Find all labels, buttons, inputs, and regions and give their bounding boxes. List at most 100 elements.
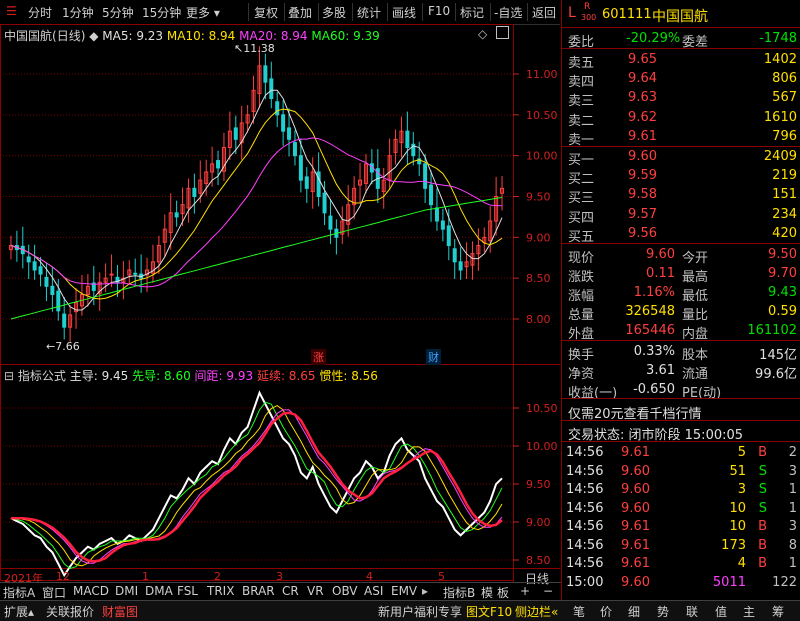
tab-jia[interactable]: 价 — [600, 603, 612, 620]
tab-fsl[interactable]: FSL — [177, 584, 198, 598]
ma60-line — [10, 197, 503, 320]
tab-shi[interactable]: 势 — [657, 603, 669, 620]
quote-value: 165446 — [625, 323, 675, 338]
toolbar-item-fuquan[interactable]: 复权 — [254, 4, 278, 21]
tick-row: 14:56 9.60 10 S 1 — [562, 499, 800, 518]
toolbar-item-5min[interactable]: 5分钟 — [102, 4, 134, 21]
candle-body — [452, 248, 457, 263]
indicator-yanxu: 延续: 8.65 — [256, 369, 316, 383]
y-tick-label: 10.00 — [526, 440, 558, 453]
settings-diamond-icon[interactable]: ◆ — [89, 29, 98, 43]
link-graphic-f10[interactable]: 图文F10 — [466, 603, 512, 620]
toolbar-item-more[interactable]: 更多 ▾ — [186, 4, 220, 21]
tab-zhi[interactable]: 值 — [715, 603, 727, 620]
tab-wealth-chart[interactable]: 财富图 — [102, 603, 138, 620]
indicator-guanxing: 惯性: 8.56 — [319, 369, 378, 383]
indicator-jianju: 间距: 9.93 — [194, 369, 254, 383]
toolbar-item-huaxian[interactable]: 画线 — [392, 4, 416, 21]
candle-body — [233, 127, 238, 140]
ask-price: 9.62 — [628, 109, 657, 125]
indicator-name[interactable]: 指标公式 — [18, 369, 66, 383]
tick-count: 3 — [788, 519, 797, 534]
tab-extend[interactable]: 扩展▴ — [4, 603, 34, 620]
tab-cr[interactable]: CR — [282, 584, 299, 598]
bid-volume: 420 — [772, 225, 797, 241]
tab-scroll-right-icon[interactable]: ▸ — [422, 584, 428, 598]
tick-row: 14:56 9.60 3 S 1 — [562, 480, 800, 499]
tab-obv[interactable]: OBV — [332, 584, 358, 598]
toolbar-item-15min[interactable]: 15分钟 — [142, 4, 181, 21]
tick-direction: S — [758, 500, 767, 516]
remove-window-button[interactable]: − — [543, 584, 553, 598]
tick-price: 9.61 — [621, 537, 650, 553]
quote-value: 0.11 — [646, 266, 675, 281]
tab-trix[interactable]: TRIX — [207, 584, 234, 598]
collapse-icon[interactable]: ⊟ — [4, 369, 14, 383]
toolbar-item-biaoji[interactable]: 标记 — [460, 4, 484, 21]
finance-badge[interactable]: 财 — [426, 349, 441, 365]
tab-indicator-b[interactable]: 指标B — [443, 584, 475, 601]
diamond-outline-icon[interactable]: ◇ — [478, 27, 487, 41]
kline-chart-area[interactable]: 11.00 10.50 10.00 9.50 9.00 8.50 8.00 10.50 10.… — [0, 24, 560, 586]
toolbar-item-diejia[interactable]: 叠加 — [288, 4, 312, 21]
toolbar-item-fenshi[interactable]: 分时 — [28, 4, 52, 21]
maximize-icon[interactable] — [496, 26, 509, 39]
tab-brar[interactable]: BRAR — [242, 584, 275, 598]
ask-volume: 1610 — [763, 109, 797, 125]
tick-time: 14:56 — [566, 500, 604, 516]
candle-body — [322, 192, 327, 214]
y-tick-label: 8.50 — [526, 272, 551, 285]
tab-zhu[interactable]: 主 — [743, 603, 755, 620]
tab-vr[interactable]: VR — [307, 584, 324, 598]
toolbar-item-f10[interactable]: F10 — [428, 4, 450, 18]
tab-template-ban[interactable]: 板 — [497, 584, 509, 601]
candle-body — [216, 160, 221, 169]
toolbar-item-back[interactable]: 返回 — [532, 4, 556, 21]
tab-xi[interactable]: 细 — [628, 603, 640, 620]
toolbar-collapse-icon[interactable]: ☰ — [6, 4, 17, 18]
ask-row: 卖二 9.62 1610 — [562, 108, 800, 129]
tab-indicator-a[interactable]: 指标A — [3, 584, 35, 601]
candle-body — [50, 285, 55, 296]
link-new-user-benefit[interactable]: 新用户福利专享 — [378, 603, 462, 620]
fundamental-row: 收益(一) -0.650 PE(动) — [562, 380, 800, 401]
tab-chou[interactable]: 筹 — [772, 603, 784, 620]
candle-body — [304, 176, 309, 189]
promo-row[interactable]: 仅需20元查看千档行情 — [562, 401, 800, 422]
quote-value: 9.43 — [768, 285, 797, 300]
tick-row: 14:56 9.60 51 S 3 — [562, 462, 800, 481]
tick-direction: B — [758, 537, 767, 553]
toolbar-item-duogu[interactable]: 多股 — [322, 4, 346, 21]
tick-price: 9.61 — [621, 519, 650, 534]
bid-label: 买四 — [568, 210, 595, 226]
tab-asi[interactable]: ASI — [364, 584, 383, 598]
tab-dma[interactable]: DMA — [145, 584, 173, 598]
ask-price: 9.61 — [628, 128, 657, 144]
tab-window[interactable]: 窗口 — [42, 584, 66, 601]
tab-template-mo[interactable]: 模 — [481, 584, 493, 601]
toolbar-item-1min[interactable]: 1分钟 — [62, 4, 94, 21]
quote-value: 9.50 — [768, 247, 797, 262]
toolbar-item-zixuan[interactable]: -自选 — [494, 4, 522, 21]
rise-badge[interactable]: 涨 — [311, 349, 326, 365]
low-price-marker: ←7.66 — [46, 340, 80, 353]
y-tick-label: 10.00 — [526, 150, 558, 163]
tick-direction: S — [758, 463, 767, 479]
tick-price: 9.60 — [621, 500, 650, 516]
tick-direction: B — [758, 445, 767, 460]
tick-volume: 3 — [737, 482, 746, 497]
tab-bi[interactable]: 笔 — [573, 603, 585, 620]
toolbar-item-tongji[interactable]: 统计 — [357, 4, 381, 21]
tab-dmi[interactable]: DMI — [115, 584, 138, 598]
tab-emv[interactable]: EMV — [391, 584, 417, 598]
add-window-button[interactable]: + — [520, 584, 530, 598]
tab-related-quotes[interactable]: 关联报价 — [46, 603, 94, 620]
quote-row: 外盘 165446 内盘 161102 — [562, 321, 800, 342]
tab-macd[interactable]: MACD — [73, 584, 109, 598]
quote-row: 涨跌 0.11 最高 9.70 — [562, 264, 800, 285]
tab-lian[interactable]: 联 — [686, 603, 698, 620]
candle-body — [287, 127, 292, 140]
bid-price: 9.59 — [628, 168, 657, 184]
ask-volume: 567 — [772, 90, 797, 106]
link-sidebar[interactable]: 侧边栏« — [515, 603, 558, 620]
